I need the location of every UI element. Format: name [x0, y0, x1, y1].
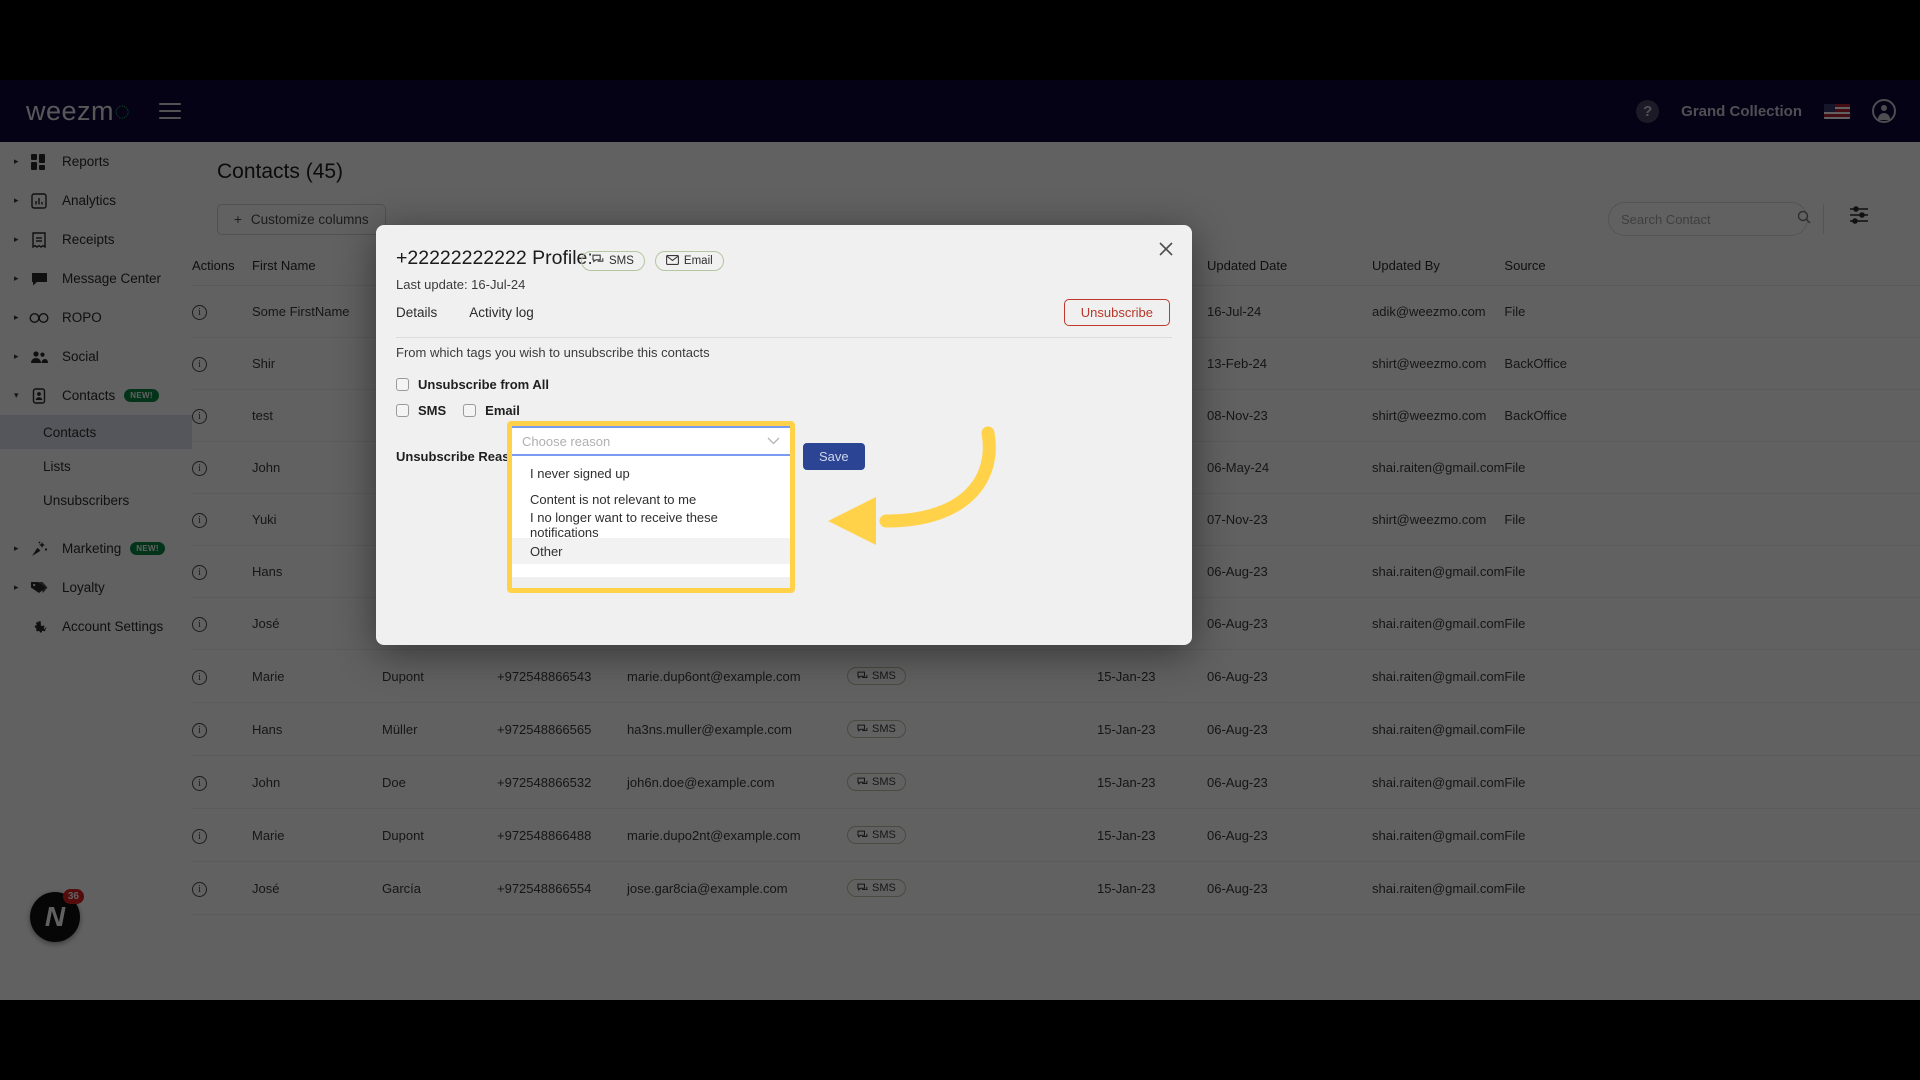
dropdown-scroll-tail — [512, 577, 790, 588]
reason-option-1[interactable]: Content is not relevant to me — [512, 486, 790, 512]
reason-option-3[interactable]: Other — [512, 538, 790, 564]
email-chip[interactable]: Email — [654, 251, 724, 271]
unsubscribe-profile-modal: +22222222222 Profile: SMS Email Last upd… — [376, 225, 1192, 645]
tab-activity-log[interactable]: Activity log — [469, 305, 534, 330]
email-chip-label: Email — [683, 255, 713, 267]
checkbox-row-all: Unsubscribe from All — [396, 377, 549, 392]
sms-icon — [592, 254, 604, 268]
sms-checkbox-label: SMS — [418, 403, 447, 418]
save-button[interactable]: Save — [803, 443, 865, 470]
modal-last-update: Last update: 16-Jul-24 — [396, 277, 526, 292]
checkbox-row-channels: SMS Email — [396, 403, 520, 418]
close-icon[interactable] — [1156, 239, 1176, 259]
sms-chip-label: SMS — [609, 255, 634, 267]
modal-title: +22222222222 Profile: — [396, 247, 593, 269]
reason-option-0[interactable]: I never signed up — [512, 460, 790, 486]
unsubscribe-question: From which tags you wish to unsubscribe … — [396, 345, 710, 360]
unsubscribe-button[interactable]: Unsubscribe — [1063, 299, 1170, 326]
modal-divider — [396, 337, 1172, 338]
unsubscribe-all-checkbox[interactable] — [396, 378, 409, 391]
reason-option-list: I never signed up Content is not relevant… — [512, 460, 790, 564]
reason-select[interactable]: Choose reason — [512, 426, 790, 456]
email-checkbox[interactable] — [463, 404, 477, 417]
reason-option-2[interactable]: I no longer want to receive these notifi… — [512, 510, 790, 540]
envelope-icon — [665, 254, 679, 268]
unsubscribe-all-label: Unsubscribe from All — [418, 377, 549, 392]
email-checkbox-label: Email — [485, 403, 520, 418]
modal-channel-chips: SMS Email — [581, 251, 724, 271]
sms-chip[interactable]: SMS — [581, 251, 645, 271]
reason-select-placeholder: Choose reason — [522, 433, 611, 449]
tab-details[interactable]: Details — [396, 305, 437, 330]
chevron-down-icon[interactable] — [767, 432, 780, 450]
sms-checkbox[interactable] — [396, 404, 409, 417]
modal-tabs: Details Activity log — [396, 305, 534, 330]
reason-dropdown-highlight: Choose reason I never signed up Content i… — [507, 421, 795, 593]
